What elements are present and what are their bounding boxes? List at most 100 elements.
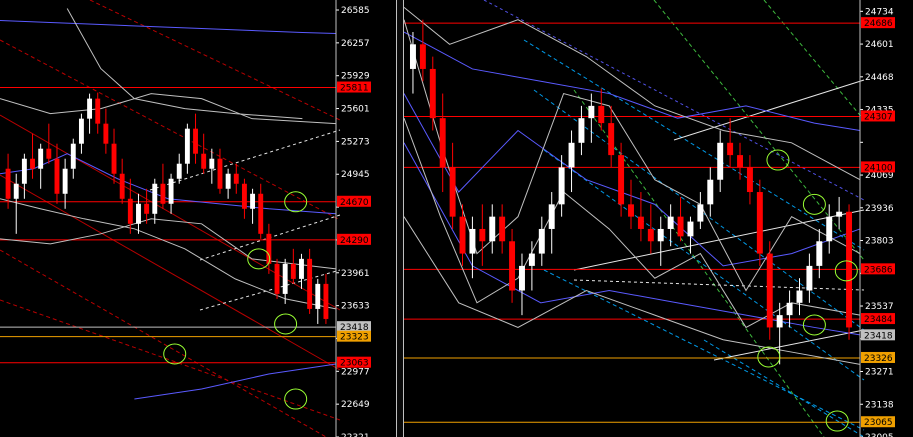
left-candle-body <box>290 263 296 279</box>
right-candle-body <box>766 253 773 328</box>
left-axis-tick-label: 25601 <box>341 105 370 115</box>
right-candle-body <box>677 216 684 237</box>
left-candle-body <box>144 203 150 214</box>
right-candle-body <box>657 228 664 242</box>
left-price-tag-label: 25811 <box>340 84 369 94</box>
left-price-chart[interactable]: 26585 26257 25929 25601 25273 24945 23961 23633… <box>0 0 396 437</box>
left-candle-body <box>152 183 158 214</box>
right-candle-body <box>836 211 843 217</box>
left-axis-tick-label: 25929 <box>341 72 370 82</box>
right-channel-line <box>543 149 865 381</box>
right-channel-line <box>673 79 865 141</box>
right-price-chart[interactable]: 2473424601244682433524069239362380323537… <box>404 0 913 437</box>
right-price-tag-label: 24686 <box>864 19 893 29</box>
left-candle-body <box>201 153 207 169</box>
left-price-tag-label: 24290 <box>340 236 369 246</box>
right-price-tag-label: 23065 <box>864 418 893 428</box>
left-candle-body <box>21 158 27 184</box>
right-channel-line <box>573 279 865 291</box>
left-candle-body <box>54 158 60 194</box>
right-price-tag-label: 24307 <box>864 112 893 122</box>
right-candle-body <box>737 155 743 168</box>
right-axis-tick-label: 24734 <box>865 7 894 17</box>
left-candle-body <box>233 173 239 184</box>
right-candle-body <box>429 68 436 119</box>
left-channel-line <box>0 174 341 371</box>
right-channel-line <box>483 0 865 201</box>
left-candle-body <box>103 123 109 144</box>
left-blue-band <box>134 363 337 400</box>
left-candle-body <box>136 203 141 224</box>
right-axis-tick-label: 23803 <box>865 237 894 247</box>
left-marker-circle <box>163 343 187 365</box>
right-candle-body <box>449 167 456 217</box>
left-axis-tick-label: 22321 <box>341 433 370 437</box>
left-candle-body <box>193 128 198 154</box>
right-candle-body <box>558 167 565 205</box>
left-axis-tick-label: 23633 <box>341 302 370 312</box>
left-candle-body <box>95 98 101 124</box>
left-candle-body <box>209 158 215 169</box>
panel-divider[interactable] <box>396 0 404 437</box>
left-candle-body <box>225 173 231 189</box>
right-candle-body <box>459 216 466 254</box>
right-price-tag-label: 23484 <box>864 315 893 325</box>
right-candle-body <box>717 142 724 180</box>
left-candle-body <box>127 198 133 224</box>
right-axis-tick-label: 23138 <box>865 400 894 410</box>
right-candle-body <box>419 44 426 69</box>
right-candle-body <box>667 216 674 229</box>
right-candle-body <box>637 216 644 229</box>
right-channel-line <box>763 0 865 121</box>
left-channel-line <box>89 0 341 121</box>
left-candle-body <box>160 183 166 204</box>
left-candle-body <box>258 193 264 234</box>
left-candle-body <box>38 148 44 169</box>
left-channel-line <box>149 129 341 191</box>
left-candle-body <box>13 183 19 199</box>
right-price-tag-label: 23326 <box>864 354 893 364</box>
right-marker-circle <box>802 193 826 215</box>
right-axis-tick-label: 24468 <box>865 73 894 83</box>
left-candle-body <box>274 263 280 294</box>
left-blue-band <box>0 20 337 35</box>
left-candle-body <box>30 158 35 169</box>
right-candle-body <box>489 216 496 242</box>
left-price-tag-label: 24670 <box>340 198 369 208</box>
right-candle-body <box>568 142 575 168</box>
left-candle-body <box>119 173 125 199</box>
left-price-tag-label: 23063 <box>340 359 369 369</box>
left-candle-body <box>5 168 11 199</box>
right-candle-body <box>746 167 753 193</box>
left-candle-body <box>184 128 190 164</box>
right-marker-circle <box>757 346 781 368</box>
right-candle-body <box>588 105 595 119</box>
left-candle-body <box>250 193 256 209</box>
right-candle-body <box>618 155 625 205</box>
left-candle-body <box>62 168 68 194</box>
right-candle-body <box>846 211 853 328</box>
right-axis-tick-label: 23537 <box>865 302 894 312</box>
left-candle-body <box>299 258 304 279</box>
left-channel-line <box>0 114 341 311</box>
left-candle-body <box>168 178 174 204</box>
left-axis-tick-label: 22649 <box>341 400 370 410</box>
right-channel-line <box>713 329 865 361</box>
left-candle-body <box>266 233 272 264</box>
left-candle-body <box>217 158 223 189</box>
left-axis-tick-label: 23961 <box>341 269 370 279</box>
right-price-tag-label: 23418 <box>864 331 893 341</box>
left-candle-body <box>282 263 288 294</box>
left-marker-circle <box>274 313 298 335</box>
right-candle-body <box>538 228 545 254</box>
right-candle-body <box>796 290 803 303</box>
left-axis-tick-label: 24945 <box>341 170 370 180</box>
right-candle-body <box>519 265 525 291</box>
left-candle-body <box>70 143 76 169</box>
right-marker-circle <box>802 314 826 336</box>
left-candle-body <box>87 98 93 119</box>
left-candle-body <box>241 183 247 209</box>
left-grey-band <box>0 93 337 125</box>
right-candle-body <box>806 265 813 291</box>
right-candle-body <box>608 123 615 156</box>
